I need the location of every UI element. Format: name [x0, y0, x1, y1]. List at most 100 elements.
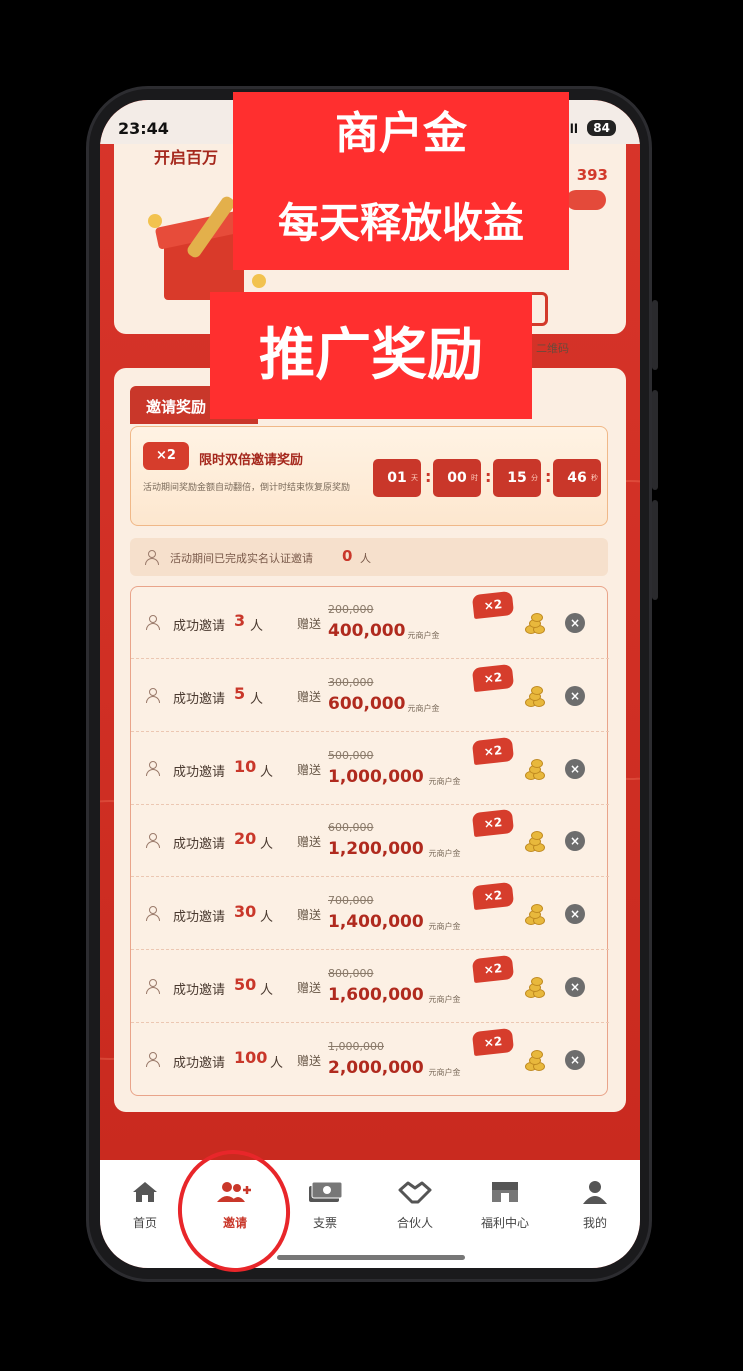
users-icon [145, 833, 163, 849]
gold-coins-icon [523, 613, 549, 635]
tier-currency: 元商户金 [428, 849, 461, 859]
users-icon [144, 550, 162, 565]
tab-label: 首页 [132, 1216, 157, 1230]
reward-tier-row: 成功邀请 20 人 赠送 600,000 1,200,000 元商户金 ×2 × [131, 805, 609, 878]
tier-count: 30 [234, 902, 257, 922]
tier-label: 成功邀请 [173, 1055, 226, 1071]
tier-label: 成功邀请 [173, 764, 226, 780]
battery-icon: 84 [587, 120, 616, 136]
tier-unit: 人 [250, 619, 264, 634]
reward-tier-row: 成功邀请 100 人赠送 1,000,000 2,000,000 元商户金 ×2 × [131, 1024, 609, 1096]
close-icon[interactable]: × [565, 758, 585, 779]
users-icon [145, 979, 163, 994]
reward-tier-row: 成功邀请 30 人 赠送 700,000 1,400,000 元商户金 ×2 × [131, 878, 609, 951]
tier-unit: 人 [270, 1055, 284, 1071]
tier-count: 100 [234, 1047, 268, 1067]
users-icon [145, 906, 163, 922]
double-badge: ×2 [471, 809, 515, 838]
tier-gift-label: 赠送 [297, 762, 322, 777]
stats-count: 0 [342, 547, 353, 565]
users-icon [145, 760, 163, 776]
gold-coins-icon [523, 758, 549, 781]
tier-unit: 人 [260, 910, 274, 926]
tier-gift-label: 赠送 [297, 908, 322, 923]
tab-profile[interactable]: 我的 [555, 1180, 635, 1240]
tier-label: 成功邀请 [173, 983, 226, 998]
countdown-separator: : [545, 467, 552, 486]
countdown-timer: 01 天 : 00 时 : 15 分 : 46 秒 [373, 459, 601, 497]
close-icon[interactable]: × [565, 831, 585, 852]
tier-count: 20 [234, 829, 257, 849]
tier-reward-amount: 1,000,000 [328, 766, 424, 787]
stats-suffix: 人 [360, 552, 371, 565]
countdown-minutes-value: 15 [507, 470, 527, 486]
tier-original-amount: 800,000 [328, 967, 374, 980]
overlay-label-promotion-reward: 推广奖励 [210, 292, 532, 419]
tier-unit: 人 [250, 691, 264, 707]
cash-icon [305, 1180, 345, 1204]
tier-currency: 元商户金 [428, 995, 461, 1004]
tier-label: 成功邀请 [173, 691, 226, 707]
reward-tier-row: 成功邀请 50 人 赠送 800,000 1,600,000 元商户金 ×2 × [131, 951, 609, 1023]
promo-description: 活动期间奖励金额自动翻倍，倒计时结束恢复原奖励 [143, 483, 351, 493]
tier-label: 成功邀请 [173, 837, 226, 853]
gold-coins-icon [523, 1049, 549, 1072]
countdown-hours-unit: 时 [471, 474, 478, 482]
tier-currency: 元商户金 [407, 703, 440, 713]
tier-reward-amount: 1,400,000 [328, 912, 424, 933]
countdown-seconds-value: 46 [567, 470, 587, 486]
tier-count: 3 [234, 611, 246, 630]
tier-gift-label: 赠送 [297, 689, 322, 704]
reward-tier-list: 成功邀请 3 人赠送 200,000 400,000 元商户金 ×2 × 成功邀请 5 人赠送 300… [130, 586, 609, 1096]
users-icon [145, 687, 163, 703]
tier-reward-amount: 400,000 [328, 621, 406, 641]
close-icon[interactable]: × [565, 977, 585, 997]
double-reward-promo: ×2 限时双倍邀请奖励 活动期间奖励金额自动翻倍，倒计时结束恢复原奖励 01 天… [130, 426, 608, 526]
close-icon[interactable]: × [565, 904, 585, 925]
close-icon[interactable]: × [565, 685, 585, 706]
countdown-hours: 00 时 [433, 459, 481, 497]
profile-icon [575, 1180, 615, 1204]
countdown-seconds-unit: 秒 [591, 474, 598, 482]
store-icon [485, 1180, 525, 1204]
countdown-minutes-unit: 分 [531, 474, 538, 482]
phone-side-button [652, 500, 658, 600]
countdown-minutes: 15 分 [493, 459, 541, 497]
tier-reward-amount: 2,000,000 [328, 1057, 424, 1078]
countdown-days: 01 天 [373, 459, 421, 497]
tab-cash[interactable]: 支票 [285, 1180, 365, 1240]
tier-original-amount: 200,000 [328, 603, 374, 616]
qr-code-label: 二维码 [536, 342, 569, 355]
reward-tier-row: 成功邀请 3 人 赠送 200,000 400,000 元商户金 ×2 × [131, 587, 609, 659]
tab-handshake[interactable]: 合伙人 [375, 1180, 455, 1240]
tier-label: 成功邀请 [173, 619, 226, 634]
tier-count: 50 [234, 975, 257, 994]
users-icon [145, 1051, 163, 1067]
countdown-days-value: 01 [387, 470, 407, 486]
tier-original-amount: 700,000 [328, 894, 374, 908]
double-badge: ×2 [143, 442, 189, 470]
tab-label: 福利中心 [480, 1216, 529, 1230]
gold-coins-icon [523, 904, 549, 926]
tab-home[interactable]: 首页 [105, 1180, 185, 1240]
tier-original-amount: 500,000 [328, 748, 374, 762]
top-card-number: 393 [576, 166, 608, 184]
home-indicator [277, 1255, 465, 1260]
tier-count: 10 [234, 756, 257, 776]
double-badge: ×2 [471, 736, 515, 765]
tier-gift-label: 赠送 [297, 981, 322, 995]
top-card-action-button[interactable] [566, 190, 606, 210]
tier-reward-amount: 1,200,000 [328, 839, 424, 860]
tier-gift-label: 赠送 [297, 1053, 322, 1068]
tier-gift-label: 赠送 [297, 835, 322, 850]
tier-original-amount: 300,000 [328, 675, 374, 689]
countdown-separator: : [425, 467, 432, 486]
phone-side-button [652, 390, 658, 490]
status-time: 23:44 [118, 119, 169, 138]
close-icon[interactable]: × [565, 1049, 585, 1070]
handshake-icon [395, 1180, 435, 1204]
close-icon[interactable]: × [565, 613, 585, 633]
tier-currency: 元商户金 [428, 776, 461, 786]
tab-store[interactable]: 福利中心 [465, 1180, 545, 1240]
tier-label: 成功邀请 [173, 910, 226, 926]
